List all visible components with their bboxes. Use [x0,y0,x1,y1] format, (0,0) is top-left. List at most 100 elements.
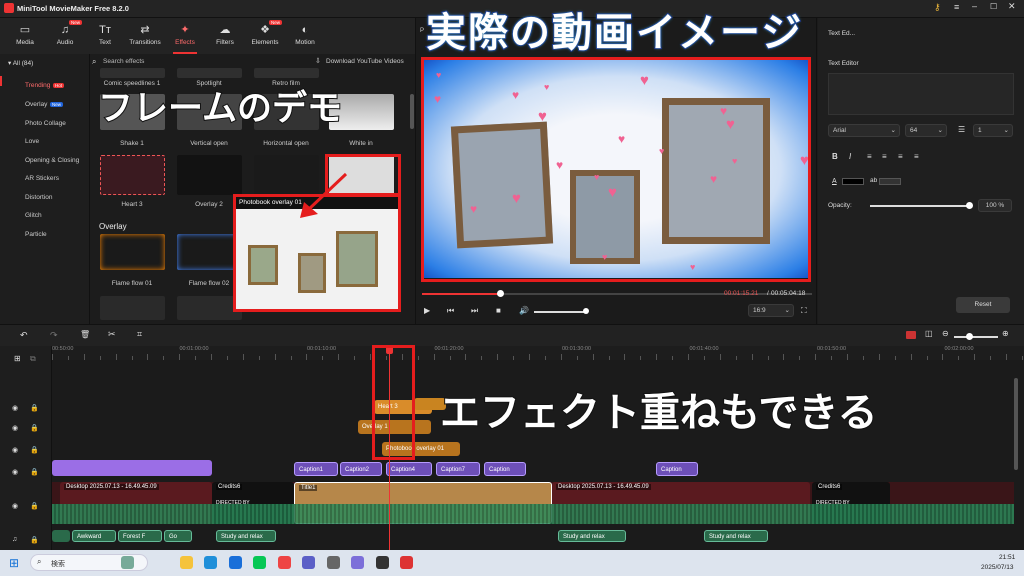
toolbar-media[interactable]: ▭ Media [5,20,45,52]
music-clip[interactable]: Awkward [72,530,116,542]
audio-mixer-icon[interactable] [906,331,916,339]
add-track-icon[interactable]: ⊞ [14,354,21,363]
text-input-area[interactable] [828,73,1014,115]
lock-icon[interactable]: 🔒 [30,536,39,544]
track-eye-icon[interactable]: ◉ [12,502,18,510]
align-left-icon[interactable]: ≡ [867,152,872,161]
zoom-slider[interactable] [954,336,998,338]
zoom-handle[interactable] [966,333,973,340]
caption-clip[interactable]: Caption2 [340,462,382,476]
key-icon[interactable]: ⚷ [934,2,941,13]
toolbar-elements[interactable]: ❖ Elements New [245,20,285,52]
sidebar-item-overlay[interactable]: Overlay [25,101,47,108]
store-icon[interactable] [228,556,242,569]
tab-text-editor[interactable]: Text Ed... [828,30,855,37]
timeline-scrollbar[interactable] [1014,378,1018,470]
sidebar-item-opening-closing[interactable]: Opening & Closing [25,157,79,164]
opacity-input[interactable]: 100 % [978,199,1012,212]
opacity-handle[interactable] [966,202,973,209]
toolbar-audio[interactable]: ♫ Audio New [45,20,85,52]
effect-thumb-spotlight[interactable] [177,68,242,78]
effect-thumb-retro-film[interactable] [254,68,319,78]
sidebar-item-love[interactable]: Love [25,138,39,145]
music-clip[interactable]: Study and relax [216,530,276,542]
moviemaker-icon[interactable] [400,556,413,569]
download-icon[interactable]: ⇩ [315,57,321,65]
menu-icon[interactable]: ≡ [954,2,959,12]
caption-clip[interactable]: Caption [656,462,698,476]
stop-icon[interactable]: ■ [496,306,501,315]
effect-thumb-row4-a[interactable] [100,296,165,320]
caption-clip[interactable]: Caption [484,462,526,476]
volume-slider[interactable] [534,311,586,313]
font-select[interactable]: Arial ⌄ [828,124,900,137]
copy-track-icon[interactable]: ⧉ [30,354,36,364]
undo-icon[interactable]: ↶ [20,330,28,341]
split-icon[interactable]: ✂ [108,329,116,340]
toolbar-transitions[interactable]: ⇄ Transitions [125,20,165,52]
search-input[interactable]: Search effects [103,58,144,65]
line-icon[interactable] [253,556,266,569]
track-eye-icon[interactable]: ◉ [12,468,18,476]
sidebar-item-ar-stickers[interactable]: AR Stickers [25,175,59,182]
toolbar-effects[interactable]: ✦ Effects [165,20,205,54]
italic-button[interactable]: I [849,152,851,161]
caption-clip[interactable]: Caption7 [436,462,480,476]
lock-icon[interactable]: 🔒 [30,424,39,432]
align-center-icon[interactable]: ≡ [882,152,887,161]
download-youtube-link[interactable]: Download YouTube Videos [326,58,404,65]
volume-handle[interactable] [583,308,589,314]
align-justify-icon[interactable]: ≡ [914,152,919,161]
edge-icon[interactable] [204,556,217,569]
effect-thumb-overlay-2[interactable] [177,155,242,195]
caption-clip[interactable]: Caption1 [294,462,338,476]
track-eye-icon[interactable]: ◉ [12,404,18,412]
sidebar-item-photo-collage[interactable]: Photo Collage [25,120,66,127]
toolbar-motion[interactable]: ◐ Motion [285,20,325,52]
track-eye-icon[interactable]: ♫ [12,536,17,543]
music-clip[interactable]: Forest F [118,530,162,542]
crop-icon[interactable]: ⌗ [137,329,142,340]
prev-frame-icon[interactable]: ⏮ [447,306,454,316]
delete-icon[interactable]: 🗑 [80,330,90,339]
music-clip[interactable] [52,530,70,542]
next-frame-icon[interactable]: ⏭ [471,306,478,316]
effects-scrollbar[interactable] [410,94,414,129]
background-color-swatch[interactable] [879,178,901,185]
toolbar-text[interactable]: Tт Text [85,20,125,52]
copilot-icon[interactable] [351,556,364,569]
music-clip[interactable]: Study and relax [704,530,768,542]
track-eye-icon[interactable]: ◉ [12,446,18,454]
bold-button[interactable]: B [832,152,838,161]
sidebar-item-glitch[interactable]: Glitch [25,212,42,219]
purple-bar-clip[interactable] [52,460,212,476]
lock-icon[interactable]: 🔒 [30,502,39,510]
zoom-out-icon[interactable]: ⊖ [942,329,949,338]
zoom-in-icon[interactable]: ⊕ [1002,329,1009,338]
align-right-icon[interactable]: ≡ [898,152,903,161]
minimize-button[interactable]: – [972,1,977,11]
close-button[interactable]: ✕ [1008,1,1016,12]
caption-clip[interactable]: Caption4 [386,462,432,476]
music-clip[interactable]: Go [164,530,192,542]
toolbar-filters[interactable]: ☁ Filters [205,20,245,52]
lock-icon[interactable]: 🔒 [30,404,39,412]
line-spacing-select[interactable]: 1 ⌄ [973,124,1013,137]
reset-button[interactable]: Reset [956,297,1010,313]
time-ruler[interactable]: 00:50:00 00:01:00:00 00:01:10:00 00:01:20:0… [52,346,1024,360]
maximize-button[interactable]: ☐ [990,2,997,11]
music-clip[interactable]: Study and relax [558,530,626,542]
snap-icon[interactable]: ◫ [925,329,933,338]
chrome-icon[interactable] [277,556,291,569]
redo-icon[interactable]: ↷ [50,330,58,341]
effect-thumb-heart-3[interactable] [100,155,165,195]
text-color-swatch[interactable] [842,178,864,185]
track-eye-icon[interactable]: ◉ [12,424,18,432]
lock-icon[interactable]: 🔒 [30,468,39,476]
aspect-ratio-select[interactable]: 16:9 ⌄ [748,304,794,317]
lock-icon[interactable]: 🔒 [30,446,39,454]
progress-handle[interactable] [497,290,504,297]
effect-thumb-comic-speedlines-1[interactable] [100,68,165,78]
volume-icon[interactable]: 🔊 [519,306,529,315]
teams-icon[interactable] [302,556,315,569]
